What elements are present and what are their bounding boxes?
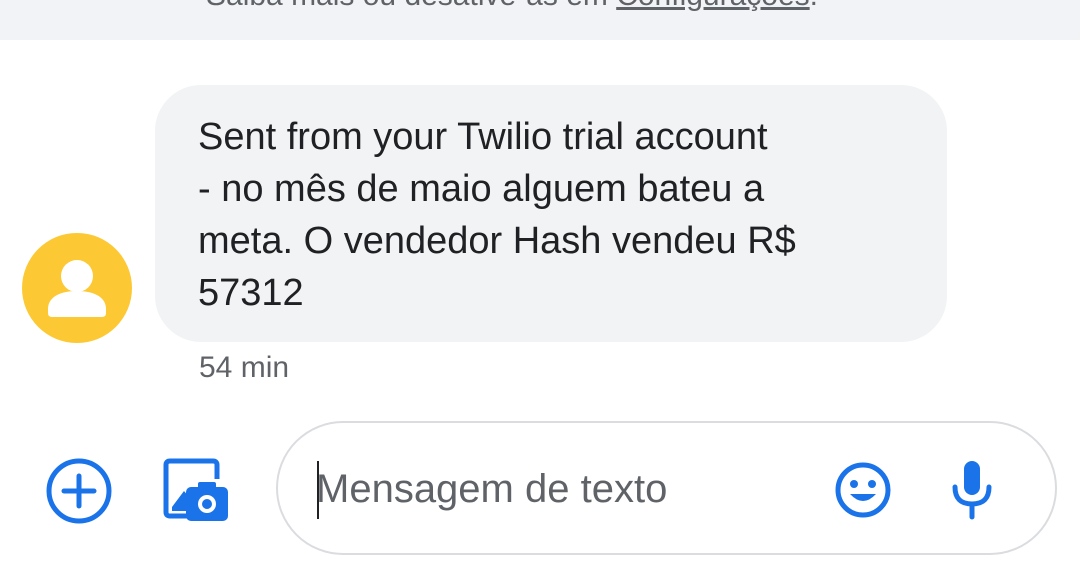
- microphone-icon: [952, 461, 992, 520]
- banner-prefix: Saiba mais ou desative-as em: [206, 0, 616, 12]
- emoji-button[interactable]: [834, 461, 892, 519]
- gallery-button[interactable]: [160, 455, 232, 527]
- avatar[interactable]: [22, 233, 132, 343]
- message-timestamp: 54 min: [199, 351, 290, 384]
- settings-link[interactable]: Configurações: [616, 0, 809, 12]
- text-cursor: [317, 461, 319, 519]
- mic-button[interactable]: [950, 459, 994, 521]
- message-bubble[interactable]: Sent from your Twilio trial account - no…: [155, 85, 947, 342]
- message-input[interactable]: [316, 461, 816, 517]
- add-button[interactable]: [44, 456, 114, 526]
- banner-text: Saiba mais ou desative-as em Configuraçõ…: [206, 0, 818, 16]
- compose-bar: [276, 421, 1057, 555]
- gallery-camera-icon: [163, 458, 228, 521]
- person-icon: [48, 260, 106, 317]
- banner-suffix: .: [810, 0, 818, 12]
- settings-banner: Saiba mais ou desative-as em Configuraçõ…: [0, 0, 1080, 40]
- message-text: Sent from your Twilio trial account - no…: [198, 116, 796, 314]
- emoji-icon: [835, 462, 891, 518]
- add-circle-icon: [46, 458, 112, 524]
